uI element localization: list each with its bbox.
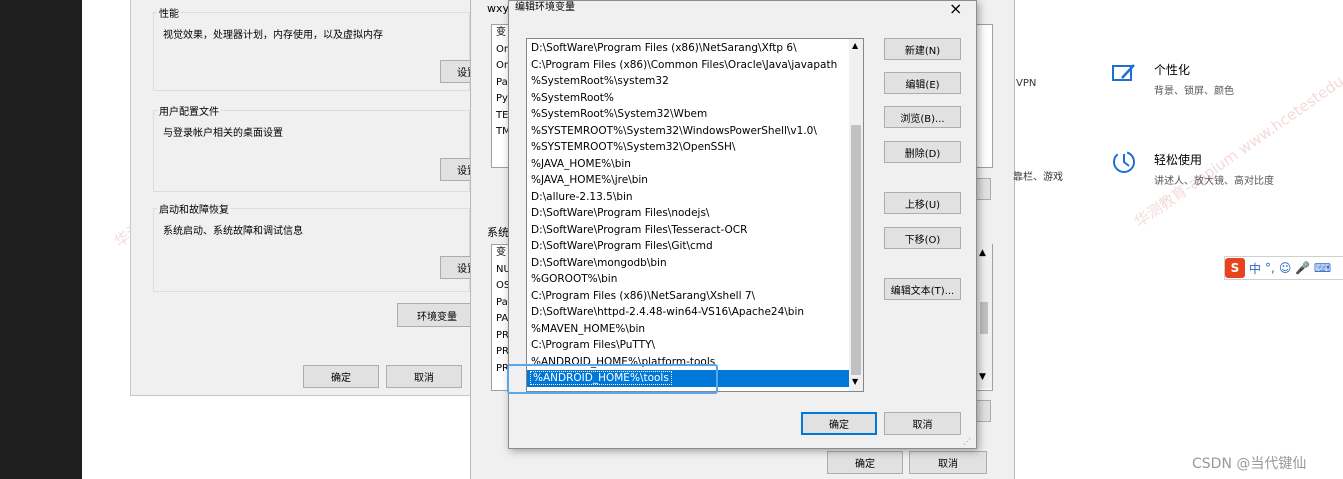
path-row[interactable]: D:\SoftWare\Program Files (x86)\NetSaran… — [527, 40, 858, 57]
path-text: %SYSTEMROOT%\System32\WindowsPowerShell\… — [531, 124, 817, 137]
ease-of-access-icon — [1113, 151, 1135, 173]
cancel-button[interactable]: 取消 — [884, 412, 961, 435]
group-box — [153, 208, 470, 292]
path-text: %MAVEN_HOME%\bin — [531, 322, 646, 335]
path-row[interactable]: D:\SoftWare\httpd-2.4.48-win64-VS16\Apac… — [527, 304, 858, 321]
group-desc: 系统启动、系统故障和调试信息 — [163, 226, 303, 237]
edit-text-button[interactable]: 编辑文本(T)... — [884, 278, 961, 300]
user-vars-label: wxy — [487, 2, 510, 15]
path-list[interactable]: D:\SoftWare\Program Files (x86)\NetSaran… — [526, 38, 864, 392]
edit-button[interactable]: 编辑(E) — [884, 72, 961, 94]
path-text: C:\Program Files (x86)\NetSarang\Xshell … — [531, 289, 756, 302]
path-row[interactable]: D:\SoftWare\Program Files\Tesseract-OCR — [527, 222, 858, 239]
path-row[interactable]: D:\SoftWare\Program Files\Git\cmd — [527, 238, 858, 255]
delete-button[interactable]: 删除(D) — [884, 141, 961, 163]
personalization-sub: 背景、锁屏、颜色 — [1154, 86, 1234, 97]
path-text: D:\SoftWare\mongodb\bin — [531, 256, 667, 269]
ok-button[interactable]: 确定 — [801, 412, 877, 435]
path-text: %GOROOT%\bin — [531, 273, 618, 285]
path-text: %JAVA_HOME%\jre\bin — [531, 174, 648, 186]
system-properties-dialog: 性能 视觉效果，处理器计划，内存使用，以及虚拟内存 设置 用户配置文件 与登录帐… — [130, 0, 480, 396]
selection-highlight — [507, 364, 718, 394]
path-text: D:\allure-2.13.5\bin — [531, 190, 633, 203]
scrollbar-thumb[interactable] — [851, 125, 861, 375]
sogou-logo-icon[interactable]: S — [1225, 258, 1245, 278]
scrollbar-thumb[interactable] — [980, 302, 988, 334]
resize-grip-icon[interactable]: ⋰ — [963, 437, 971, 446]
path-text: %SystemRoot%\System32\Wbem — [531, 108, 708, 120]
group-title: 启动和故障恢复 — [157, 201, 231, 216]
path-row[interactable]: C:\Program Files\PuTTY\ — [527, 337, 858, 354]
left-dark-strip — [0, 0, 82, 479]
path-row[interactable]: %SystemRoot%\System32\Wbem — [527, 106, 858, 123]
new-button[interactable]: 新建(N) — [884, 38, 961, 60]
path-text: C:\Program Files\PuTTY\ — [531, 339, 656, 351]
chevron-up-icon[interactable]: ▲ — [979, 248, 986, 258]
path-text: C:\Program Files (x86)\Common Files\Orac… — [531, 58, 838, 71]
path-row[interactable]: %SYSTEMROOT%\System32\OpenSSH\ — [527, 139, 858, 156]
group-desc: 视觉效果，处理器计划，内存使用，以及虚拟内存 — [163, 30, 383, 41]
personalization-icon — [1112, 64, 1135, 81]
close-icon[interactable]: × — [949, 0, 962, 18]
ease-of-access-item[interactable] — [1110, 148, 1138, 179]
move-up-button[interactable]: 上移(U) — [884, 192, 961, 214]
path-row[interactable]: D:\SoftWare\mongodb\bin — [527, 255, 858, 272]
path-row[interactable]: %MAVEN_HOME%\bin — [527, 321, 858, 338]
group-box — [153, 12, 470, 91]
move-down-button[interactable]: 下移(O) — [884, 227, 961, 249]
ok-button[interactable]: 确定 — [303, 365, 379, 388]
path-row[interactable]: %JAVA_HOME%\jre\bin — [527, 172, 858, 189]
path-row[interactable]: D:\SoftWare\Program Files\nodejs\ — [527, 205, 858, 222]
browse-button[interactable]: 浏览(B)... — [884, 106, 961, 128]
path-row[interactable]: %JAVA_HOME%\bin — [527, 156, 858, 173]
scrollbar[interactable]: ▲ ▼ — [849, 39, 863, 391]
ime-toolbar[interactable]: S 中 °, ☺ 🎤 ⌨ — [1224, 256, 1343, 280]
ime-icons[interactable]: ☺ 🎤 ⌨ — [1279, 261, 1331, 275]
path-row[interactable]: %SYSTEMROOT%\System32\WindowsPowerShell\… — [527, 123, 858, 140]
dialog-title: 编辑环境变量 — [515, 2, 575, 13]
ease-of-access-sub: 讲述人、放大镜、高对比度 — [1154, 176, 1274, 187]
path-row[interactable]: %GOROOT%\bin — [527, 271, 858, 288]
personalization-title: 个性化 — [1154, 63, 1191, 77]
path-row[interactable]: %SystemRoot%\system32 — [527, 73, 858, 90]
path-row[interactable]: D:\allure-2.13.5\bin — [527, 189, 858, 206]
path-row[interactable]: C:\Program Files (x86)\Common Files\Orac… — [527, 57, 858, 74]
path-text: %SystemRoot% — [531, 91, 614, 104]
personalization-item[interactable] — [1110, 60, 1138, 91]
group-title: 性能 — [157, 5, 181, 20]
path-text: D:\SoftWare\httpd-2.4.48-win64-VS16\Apac… — [531, 306, 805, 318]
footer-credit: CSDN @当代键仙 — [1192, 456, 1307, 472]
scrollbar[interactable]: ▲ ▼ — [975, 244, 992, 389]
path-text: %SystemRoot%\system32 — [531, 75, 669, 87]
personalization-text[interactable]: 个性化 背景、锁屏、颜色 — [1154, 61, 1234, 97]
path-text: D:\SoftWare\Program Files\Git\cmd — [531, 240, 713, 252]
path-text: D:\SoftWare\Program Files\Tesseract-OCR — [531, 223, 748, 236]
group-title: 用户配置文件 — [157, 103, 221, 118]
path-row[interactable]: %SystemRoot% — [527, 90, 858, 107]
ime-lang[interactable]: 中 — [1249, 260, 1261, 277]
environment-variables-button[interactable]: 环境变量 — [397, 303, 477, 327]
ime-punct[interactable]: °, — [1265, 261, 1275, 275]
system-vars-label: 系统 — [487, 226, 509, 239]
path-text: D:\SoftWare\Program Files\nodejs\ — [531, 207, 710, 219]
ok-button[interactable]: 确定 — [827, 451, 903, 474]
cancel-button[interactable]: 取消 — [386, 365, 462, 388]
chevron-down-icon[interactable]: ▼ — [852, 377, 858, 386]
path-text: %JAVA_HOME%\bin — [531, 157, 631, 170]
chevron-up-icon[interactable]: ▲ — [852, 41, 858, 50]
group-desc: 与登录帐户相关的桌面设置 — [163, 128, 283, 139]
vpn-text: VPN — [1016, 78, 1037, 89]
path-text: D:\SoftWare\Program Files (x86)\NetSaran… — [531, 42, 797, 54]
path-row[interactable]: C:\Program Files (x86)\NetSarang\Xshell … — [527, 288, 858, 305]
path-text: %SYSTEMROOT%\System32\OpenSSH\ — [531, 141, 736, 153]
ease-of-access-title: 轻松使用 — [1154, 153, 1203, 167]
cancel-button[interactable]: 取消 — [909, 451, 987, 474]
group-box — [153, 110, 470, 192]
chevron-down-icon[interactable]: ▼ — [979, 372, 986, 382]
ease-of-access-text[interactable]: 轻松使用 讲述人、放大镜、高对比度 — [1154, 151, 1274, 187]
games-text: 靠栏、游戏 — [1013, 172, 1063, 183]
